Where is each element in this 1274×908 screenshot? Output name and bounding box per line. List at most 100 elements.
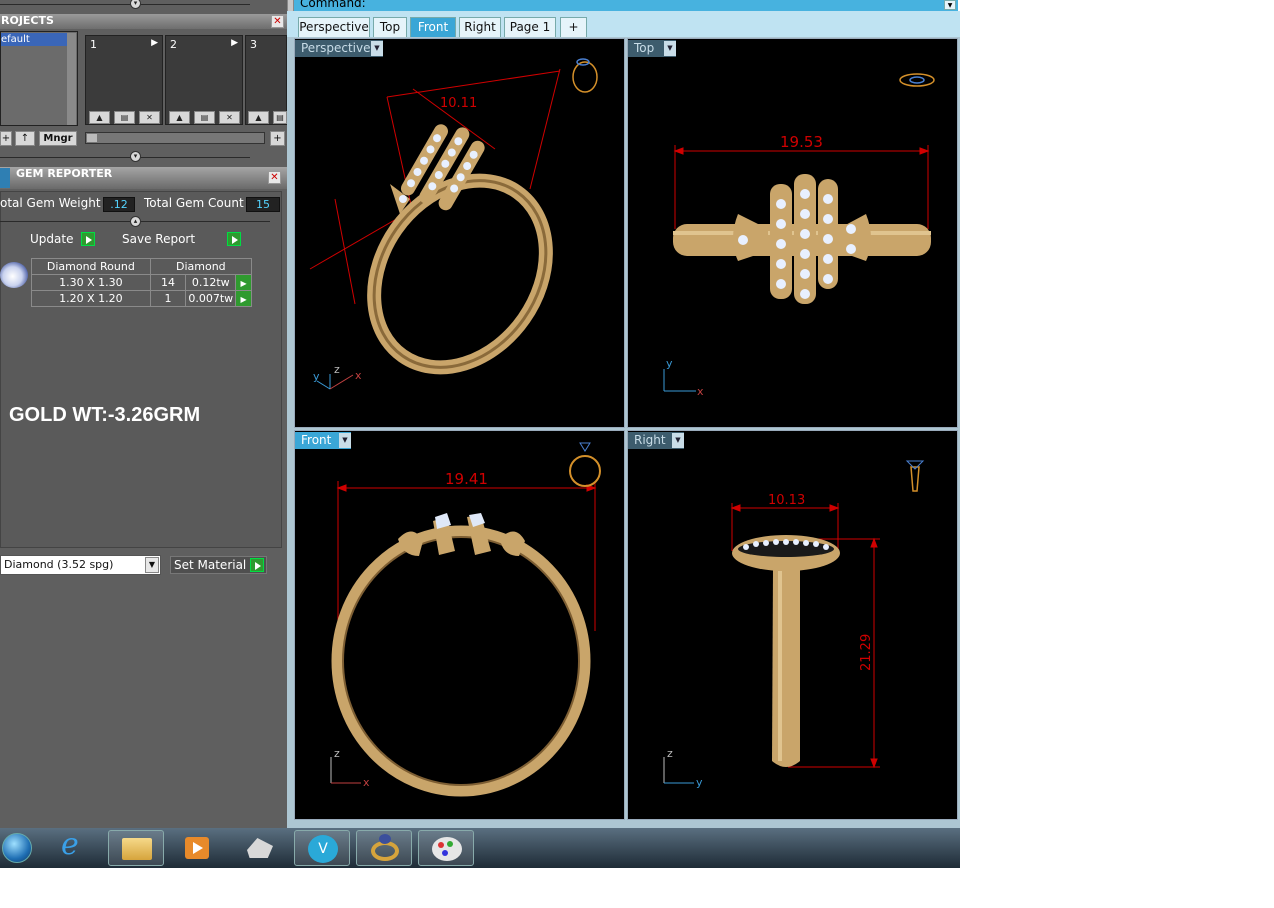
top-divider: [0, 4, 250, 5]
projects-header: ROJECTS: [0, 14, 287, 29]
screen: ▾ ROJECTS ✕ efault 1 ▶ ▲ ▤ ✕ 2 ▶ ▲ ▤ ✕ 3…: [0, 0, 1274, 908]
command-dropdown-icon[interactable]: ▼: [944, 0, 956, 10]
project-slot-number: 3: [250, 38, 257, 51]
update-button[interactable]: Update: [30, 232, 73, 246]
viewport-front[interactable]: Front ▼ 19.41 z x: [294, 430, 625, 820]
axis-y-label: y: [313, 370, 320, 383]
slot3-save-icon[interactable]: ▤: [273, 111, 287, 124]
axis-z-label: z: [334, 747, 340, 760]
gem-table-header: Diamond Round Diamond: [31, 258, 253, 275]
paint-icon[interactable]: [418, 830, 474, 866]
projects-add-button[interactable]: +: [0, 131, 12, 146]
slot1-up-icon[interactable]: ▲: [89, 111, 110, 124]
gem-row-select-icon[interactable]: ▶: [235, 274, 252, 291]
add-tab-icon[interactable]: +: [560, 17, 587, 37]
slot2-save-icon[interactable]: ▤: [194, 111, 215, 124]
top-dimension: 19.53: [780, 133, 823, 151]
internet-explorer-icon[interactable]: e: [48, 827, 104, 866]
gem-weight-cell: 0.12tw: [185, 274, 237, 291]
gem-divider-handle[interactable]: ▴: [130, 216, 141, 227]
top-ring-render: 19.53 y x: [663, 73, 935, 398]
projects-scrollbar[interactable]: [85, 132, 265, 144]
slot-play-icon[interactable]: ▶: [151, 38, 158, 48]
middle-divider-handle[interactable]: ▾: [130, 151, 141, 162]
front-ring-render: 19.41 z x: [330, 442, 601, 797]
set-material-arrow-icon[interactable]: [250, 558, 264, 572]
front-dimension: 19.41: [445, 470, 488, 488]
slot2-delete-icon[interactable]: ✕: [219, 111, 240, 124]
vray-icon[interactable]: V: [294, 830, 350, 866]
project-list[interactable]: efault: [0, 31, 78, 126]
perspective-dimension: 10.11: [440, 96, 477, 111]
slot1-delete-icon[interactable]: ✕: [139, 111, 160, 124]
viewport-top[interactable]: Top ▼ 19.53 y x: [627, 38, 958, 428]
command-bar[interactable]: Command: ▼: [294, 0, 958, 11]
gem-count-cell: 14: [149, 274, 187, 291]
tab-page-1[interactable]: Page 1: [504, 17, 556, 37]
media-player-icon[interactable]: [170, 830, 226, 866]
table-row[interactable]: 1.20 X 1.20 1 0.007tw ▶: [31, 290, 252, 307]
projects-zoom-button[interactable]: +: [270, 131, 285, 146]
axis-x-label: x: [697, 385, 704, 398]
axis-x-label: x: [363, 776, 370, 789]
gem-reporter-close-icon[interactable]: ✕: [268, 171, 281, 184]
gem-size-cell: 1.20 X 1.20: [31, 290, 151, 307]
gem-reporter-title: GEM REPORTER: [16, 167, 113, 180]
rhino-icon[interactable]: [232, 830, 288, 866]
total-gem-count-label: Total Gem Count: [144, 196, 244, 210]
gem-reporter-icon: [0, 168, 10, 188]
diamond-gem-icon: [0, 262, 28, 288]
top-divider-handle[interactable]: ▾: [130, 0, 141, 9]
gem-weight-cell: 0.007tw: [185, 290, 237, 307]
project-slot-number: 2: [170, 38, 177, 51]
taskbar: e V: [0, 827, 960, 868]
gem-row-select-icon[interactable]: ▶: [235, 290, 252, 307]
viewport-right[interactable]: Right ▼ 10.13 21.29 z y: [627, 430, 958, 820]
gem-table: Diamond Round Diamond 1.30 X 1.30 14 0.1…: [31, 258, 253, 307]
chevron-down-icon[interactable]: ▼: [145, 557, 159, 573]
table-row[interactable]: 1.30 X 1.30 14 0.12tw ▶: [31, 274, 252, 291]
material-select-value: Diamond (3.52 spg): [4, 558, 114, 571]
gem-count-cell: 1: [149, 290, 187, 307]
material-select[interactable]: Diamond (3.52 spg) ▼: [0, 555, 161, 575]
ring-app-icon[interactable]: [356, 830, 412, 866]
slot3-up-icon[interactable]: ▲: [248, 111, 269, 124]
axis-z-label: z: [334, 363, 340, 376]
gem-type-header: Diamond: [149, 258, 253, 275]
set-material-label: Set Material: [174, 558, 247, 572]
save-report-arrow-icon[interactable]: [227, 232, 241, 246]
axis-y-label: y: [696, 776, 703, 789]
slot1-save-icon[interactable]: ▤: [114, 111, 135, 124]
axis-z-label: z: [667, 747, 673, 760]
slot-play-icon[interactable]: ▶: [231, 38, 238, 48]
projects-close-icon[interactable]: ✕: [271, 15, 284, 28]
project-list-item[interactable]: efault: [1, 33, 67, 46]
projects-up-button[interactable]: ↑: [15, 131, 35, 146]
start-orb-icon[interactable]: [0, 830, 40, 866]
left-panel: ▾ ROJECTS ✕ efault 1 ▶ ▲ ▤ ✕ 2 ▶ ▲ ▤ ✕ 3…: [0, 0, 287, 828]
tab-top[interactable]: Top: [373, 17, 407, 37]
gem-shape-header: Diamond Round: [31, 258, 151, 275]
right-width-dimension: 10.13: [768, 493, 805, 508]
perspective-ring-render: 10.11 y z x: [309, 58, 598, 390]
tab-perspective[interactable]: Perspective: [298, 17, 370, 37]
projects-title: ROJECTS: [1, 14, 54, 27]
tab-front[interactable]: Front: [410, 17, 456, 37]
command-label: Command:: [300, 0, 366, 10]
slot2-up-icon[interactable]: ▲: [169, 111, 190, 124]
projects-manager-button[interactable]: Mngr: [39, 131, 77, 146]
total-gem-weight-value: .12: [103, 197, 135, 212]
tab-right[interactable]: Right: [459, 17, 501, 37]
file-explorer-icon[interactable]: [108, 830, 164, 866]
project-slot-number: 1: [90, 38, 97, 51]
middle-divider: [0, 157, 250, 158]
projects-scroll-thumb[interactable]: [87, 134, 97, 142]
viewport-perspective[interactable]: Perspective ▼ 10.11 y z x: [294, 38, 625, 428]
update-arrow-icon[interactable]: [81, 232, 95, 246]
project-list-scrollbar[interactable]: [67, 33, 76, 125]
save-report-button[interactable]: Save Report: [122, 232, 195, 246]
axis-y-label: y: [666, 357, 673, 370]
gem-size-cell: 1.30 X 1.30: [31, 274, 151, 291]
total-gem-weight-label: otal Gem Weight: [0, 196, 101, 210]
right-ring-render: 10.13 21.29 z y: [663, 460, 925, 789]
